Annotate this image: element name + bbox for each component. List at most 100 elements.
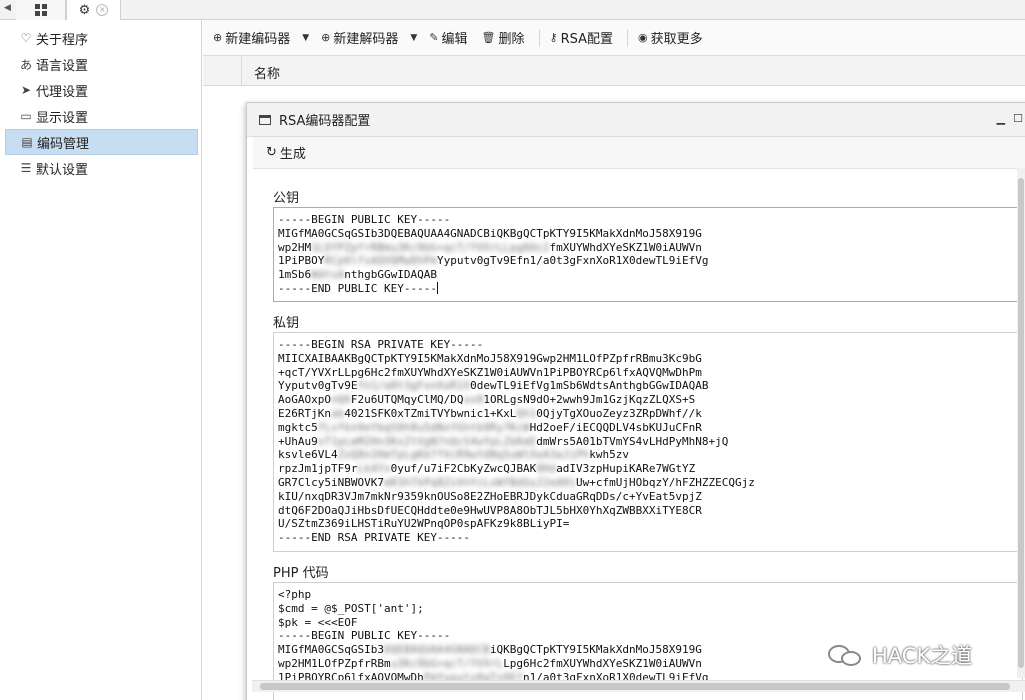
code-line: rpzJm1jpTF9rLk4Yx0yuf/u7iF2CbKyZwcQJBAK9… xyxy=(278,462,1018,476)
private-key-textarea[interactable]: -----BEGIN RSA PRIVATE KEY----- MIICXAIBA… xyxy=(273,332,1023,552)
code-text: Uw+cfmUjHObqzY/hFZHZZECQGjz xyxy=(576,475,755,489)
sidebar-item-about[interactable]: ♡ 关于程序 xyxy=(5,25,198,51)
edit-button[interactable]: ✎ 编辑 xyxy=(429,28,467,47)
code-text: +UhAu9 xyxy=(278,434,318,448)
code-text: MIGfMA0GCSqGSIb3 xyxy=(278,643,384,657)
code-text: nthgbGGwIDAQAB xyxy=(344,268,437,282)
code-line: wp2HM1LOfPZpfrRBmu3Kc9bG+qcT/YVXrLLpg6Hc… xyxy=(278,241,1018,255)
code-text: 1ORLgsN9dO+2wwh9Jm1GzjKqzZLQXS+S xyxy=(483,393,696,407)
close-icon[interactable]: × xyxy=(96,4,109,16)
code-text: dmWrs5A01bTVmYS4vLHdPyMhN8+jQ xyxy=(536,434,729,448)
code-text: MIGfMA0GCSqGSIb3DQEBAQUAA4GNADCBiQKBgQCT… xyxy=(278,226,702,240)
horizontal-scrollbar[interactable] xyxy=(252,680,1025,692)
paper-plane-icon: ➤ xyxy=(20,83,32,97)
window-body: 公钥 -----BEGIN PUBLIC KEY----- MIGfMA0GCSq… xyxy=(253,169,1025,700)
encoder-grid-header: 名称 xyxy=(203,56,1025,86)
row-number-header xyxy=(203,56,242,86)
code-text: fmXUYWhdXYeSKZ1W0iAUWVn xyxy=(549,240,702,254)
window-icon xyxy=(259,114,271,125)
sidebar-item-label: 默认设置 xyxy=(36,162,89,178)
code-text: 0QjyTgXOuoZeyz3ZRpDWhf//k xyxy=(536,406,702,420)
monitor-icon: ▭ xyxy=(20,109,32,123)
rsa-config-label: RSA配置 xyxy=(560,32,614,47)
window-titlebar[interactable]: RSA编码器配置 ▁ ☐ xyxy=(247,103,1025,137)
redacted-text: RCp6lfxAQVQMwDhPm xyxy=(324,254,437,268)
code-text: Lpg6Hc2fmXUYWhdXYeSKZ1W0iAUWVn xyxy=(503,656,702,670)
sidebar-item-proxy[interactable]: ➤ 代理设置 xyxy=(5,77,198,103)
sidebar-item-display[interactable]: ▭ 显示设置 xyxy=(5,103,198,129)
code-text: Yyputv0gTv9E xyxy=(278,379,358,393)
code-line: $cmd = @$_POST['ant']; xyxy=(278,602,1018,616)
code-text: GR7Clcy5iNBWOVK7 xyxy=(278,475,384,489)
sliders-icon: ☰ xyxy=(20,161,32,175)
redacted-text: u3Kc9bG+qcT/YVXrL xyxy=(390,656,504,670)
public-key-textarea[interactable]: -----BEGIN PUBLIC KEY----- MIGfMA0GCSqGSI… xyxy=(273,207,1023,302)
get-more-button[interactable]: ◉ 获取更多 xyxy=(638,28,703,47)
code-text: $pk = <<<EOF xyxy=(278,615,358,629)
maximize-icon[interactable]: ☐ xyxy=(1013,112,1023,125)
language-icon: あ xyxy=(19,57,32,72)
code-text: 1PiPBOY xyxy=(278,254,325,268)
code-line: +qcT/YVXrLLpg6Hc2fmXUYWhdXYeSKZ1W0iAUWVn… xyxy=(278,366,1018,380)
minimize-icon[interactable]: ▁ xyxy=(997,112,1005,125)
sidebar-item-label: 显示设置 xyxy=(36,110,89,126)
text-caret xyxy=(436,281,438,294)
code-line: 1mSb6WdtsAnthgbGGwIDAQAB xyxy=(278,268,1018,282)
redacted-text: DQEBAQUAA4GNADCB xyxy=(383,643,490,657)
encoder-toolbar: ⊕ 新建编码器 ▼ ⊕ 新建解码器 ▼ ✎ 编辑 🗑 删除 ⚷ RSA配置 ◉ … xyxy=(203,20,1025,56)
tab-settings[interactable]: ⚙ × xyxy=(66,0,121,20)
redacted-text: ab xyxy=(330,406,345,420)
code-line: AoGAOxpOnQ6F2u6UTQMqyClMQ/DQxx81ORLgsN9d… xyxy=(278,393,1018,407)
code-text: ksvle6VL4 xyxy=(278,448,338,462)
sidebar-item-label: 关于程序 xyxy=(36,32,89,48)
code-text: -----BEGIN PUBLIC KEY----- xyxy=(278,629,451,643)
code-text: Yyputv0gTv9Efn1/a0t3gFxnXoR1X0dewTL9iEfV… xyxy=(436,254,709,268)
key-icon: ⚷ xyxy=(549,31,558,44)
chevron-down-icon[interactable]: ▼ xyxy=(410,33,417,43)
grid-icon xyxy=(34,4,47,16)
tab-bar: ◀ ⚙ × xyxy=(0,0,1025,20)
delete-button[interactable]: 🗑 删除 xyxy=(482,28,525,47)
new-decoder-button[interactable]: ⊕ 新建解码器 xyxy=(321,28,398,47)
redacted-text: mR3hTkPq8ZsVnYcLxWfBdGuJ2eA0i xyxy=(383,475,577,489)
redacted-text: xT1pLmM2Hn3KxZtVgN7nQcS4wYpLZbKmE xyxy=(317,434,537,448)
code-text: +qcT/YVXrLLpg6Hc2fmXUYWhdXYeSKZ1W0iAUWVn… xyxy=(278,365,702,379)
tab-main-grid[interactable] xyxy=(16,0,66,20)
code-text: -----END PUBLIC KEY----- xyxy=(278,281,437,295)
globe-icon: ◉ xyxy=(638,31,648,44)
code-text: adIV3zpHupiKARe7WGtYZ xyxy=(556,462,696,476)
code-text: wp2HM1LOfPZpfrRBm xyxy=(278,656,391,670)
code-text: U/SZtmZ369iLHSTiRuYU2WPnqOP0spAFKz9k8BLi… xyxy=(278,517,570,531)
redacted-text: 1LOfPZpfrRBmu3Kc9bG+qcT/YVXrLLpg6Hc2 xyxy=(311,240,550,254)
new-encoder-button[interactable]: ⊕ 新建编码器 xyxy=(213,28,290,47)
delete-label: 删除 xyxy=(498,32,525,47)
refresh-icon: ↻ xyxy=(266,145,277,160)
rsa-config-window: RSA编码器配置 ▁ ☐ ↻ 生成 公钥 -----BEGIN PUBLIC K… xyxy=(246,102,1025,700)
chevron-down-icon[interactable]: ▼ xyxy=(302,33,309,43)
code-text: Hd2oeF/iECQQDLV4sbKUJuCFnR xyxy=(529,420,702,434)
settings-sidebar: ♡ 关于程序 あ 语言设置 ➤ 代理设置 ▭ 显示设置 ▤ 编码管理 ☰ 默认设… xyxy=(0,20,202,700)
vertical-scrollbar[interactable] xyxy=(1017,168,1025,678)
code-line: -----END RSA PRIVATE KEY----- xyxy=(278,531,1018,545)
generate-button[interactable]: 生成 xyxy=(280,143,306,162)
sidebar-item-language[interactable]: あ 语言设置 xyxy=(5,51,198,77)
rsa-config-button[interactable]: ⚷ RSA配置 xyxy=(550,28,613,47)
toolbar-divider xyxy=(627,28,629,47)
wechat-logo-icon xyxy=(828,643,864,667)
toolbar-divider xyxy=(538,28,540,47)
code-line: Yyputv0gTv9Efn1/a0t3gFxnXoR1X0dewTL9iEfV… xyxy=(278,379,1018,393)
plus-circle-icon: ⊕ xyxy=(213,31,223,44)
scrollbar-thumb[interactable] xyxy=(260,683,1010,690)
watermark-text: HACK之道 xyxy=(872,644,973,668)
scrollbar-thumb[interactable] xyxy=(1018,178,1024,668)
sidebar-item-defaults[interactable]: ☰ 默认设置 xyxy=(5,155,198,181)
column-header-name[interactable]: 名称 xyxy=(254,63,280,82)
redacted-text: fLvfkn9eYbqS0h8u5dNxYGhtb9Ry7KcW xyxy=(317,420,530,434)
code-text: $cmd = @$_POST['ant']; xyxy=(278,601,424,615)
sidebar-item-encoders[interactable]: ▤ 编码管理 xyxy=(5,129,198,155)
code-line: +UhAu9xT1pLmM2Hn3KxZtVgN7nQcS4wYpLZbKmEd… xyxy=(278,435,1018,449)
private-key-label: 私钥 xyxy=(273,316,300,331)
redacted-text: WdtsA xyxy=(311,268,345,282)
scroll-left-arrow-icon[interactable]: ◀ xyxy=(4,3,14,17)
plus-circle-icon: ⊕ xyxy=(321,31,331,44)
